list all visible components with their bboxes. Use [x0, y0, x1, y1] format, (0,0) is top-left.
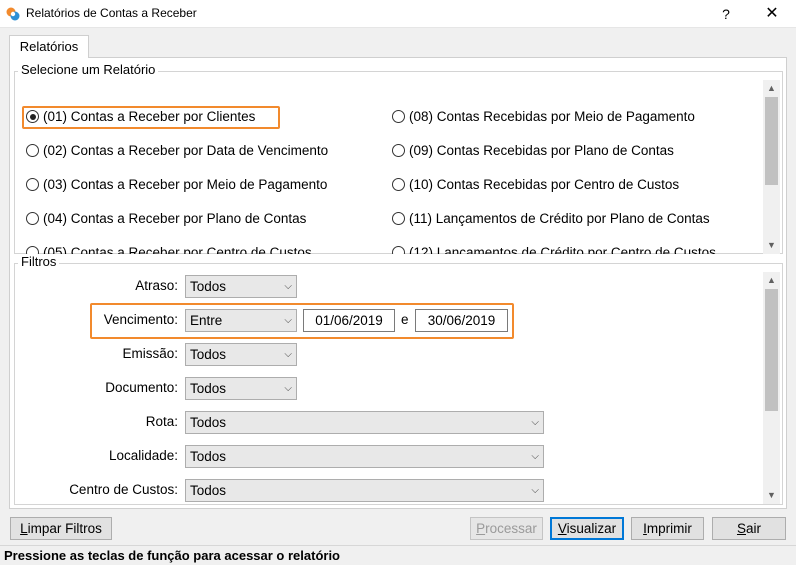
- scroll-up-icon[interactable]: ▲: [763, 272, 780, 289]
- vencimento-highlight: [90, 303, 514, 339]
- help-button[interactable]: ?: [706, 3, 746, 25]
- rota-value: Todos: [190, 415, 227, 430]
- report-option-02[interactable]: (02) Contas a Receber por Data de Vencim…: [26, 141, 328, 161]
- centro-custos-value: Todos: [190, 483, 227, 498]
- report-option-10[interactable]: (10) Contas Recebidas por Centro de Cust…: [392, 175, 679, 195]
- scroll-thumb[interactable]: [765, 289, 778, 411]
- chevron-down-icon: ⌵: [531, 417, 539, 428]
- rota-select[interactable]: Todos ⌵: [185, 411, 544, 434]
- scroll-down-icon[interactable]: ▼: [763, 487, 780, 504]
- localidade-value: Todos: [190, 449, 227, 464]
- localidade-label: Localidade:: [108, 448, 178, 463]
- title-bar: Relatórios de Contas a Receber ? ✕: [0, 0, 796, 28]
- chevron-down-icon: ⌵: [284, 281, 292, 292]
- report-option-label: (08) Contas Recebidas por Meio de Pagame…: [409, 109, 695, 124]
- report-option-label: (04) Contas a Receber por Plano de Conta…: [43, 211, 307, 226]
- filters-scrollbar[interactable]: ▲ ▼: [763, 272, 780, 504]
- emissao-select[interactable]: Todos ⌵: [185, 343, 297, 366]
- reports-group-legend: Selecione um Relatório: [18, 63, 159, 77]
- mnemonic: S: [736, 521, 746, 536]
- documento-select[interactable]: Todos ⌵: [185, 377, 297, 400]
- scroll-up-icon[interactable]: ▲: [763, 80, 780, 97]
- chevron-down-icon: ⌵: [284, 383, 292, 394]
- radio-icon: [26, 144, 39, 157]
- report-option-label: (12) Lançamentos de Crédito por Centro d…: [409, 245, 716, 254]
- localidade-select[interactable]: Todos ⌵: [185, 445, 544, 468]
- chevron-down-icon: ⌵: [284, 349, 292, 360]
- radio-icon: [26, 246, 39, 254]
- radio-icon: [392, 178, 405, 191]
- filters-group-legend: Filtros: [18, 255, 60, 269]
- app-logo-icon: [6, 7, 20, 21]
- scroll-thumb[interactable]: [765, 97, 778, 185]
- report-option-08[interactable]: (08) Contas Recebidas por Meio de Pagame…: [392, 107, 695, 127]
- mnemonic: P: [476, 521, 486, 536]
- processar-button[interactable]: Processar: [470, 517, 543, 540]
- atraso-select[interactable]: Todos ⌵: [185, 275, 297, 298]
- report-option-label: (11) Lançamentos de Crédito por Plano de…: [409, 211, 710, 226]
- documento-label: Documento:: [105, 380, 178, 395]
- sair-button[interactable]: Sair: [712, 517, 786, 540]
- report-option-03[interactable]: (03) Contas a Receber por Meio de Pagame…: [26, 175, 327, 195]
- button-label: mprimir: [646, 521, 692, 536]
- emissao-label: Emissão:: [122, 346, 178, 361]
- button-label: impar Filtros: [27, 521, 102, 536]
- atraso-value: Todos: [190, 279, 227, 294]
- selected-report-highlight: [22, 106, 280, 129]
- radio-icon: [26, 212, 39, 225]
- radio-icon: [26, 178, 39, 191]
- atraso-label: Atraso:: [135, 278, 178, 293]
- button-label: isualizar: [566, 521, 617, 536]
- reports-scrollbar[interactable]: ▲ ▼: [763, 80, 780, 254]
- scroll-down-icon[interactable]: ▼: [763, 237, 780, 254]
- mnemonic: L: [20, 521, 28, 536]
- visualizar-button[interactable]: Visualizar: [550, 517, 624, 540]
- report-option-label: (10) Contas Recebidas por Centro de Cust…: [409, 177, 680, 192]
- report-option-label: (02) Contas a Receber por Data de Vencim…: [43, 143, 329, 158]
- centro-custos-label: Centro de Custos:: [69, 482, 178, 497]
- limpar-filtros-button[interactable]: Limpar Filtros: [10, 517, 112, 540]
- report-option-label: (05) Contas a Receber por Centro de Cust…: [43, 245, 312, 254]
- tab-relatorios[interactable]: Relatórios: [9, 35, 89, 58]
- report-option-label: (03) Contas a Receber por Meio de Pagame…: [43, 177, 328, 192]
- window-title: Relatórios de Contas a Receber: [26, 6, 197, 20]
- rota-label: Rota:: [145, 414, 178, 429]
- radio-icon: [392, 246, 405, 254]
- radio-icon: [392, 212, 405, 225]
- report-option-09[interactable]: (09) Contas Recebidas por Plano de Conta…: [392, 141, 674, 161]
- report-option-12[interactable]: (12) Lançamentos de Crédito por Centro d…: [392, 243, 716, 254]
- emissao-value: Todos: [190, 347, 227, 362]
- report-option-label: (09) Contas Recebidas por Plano de Conta…: [409, 143, 674, 158]
- close-button[interactable]: ✕: [752, 3, 792, 25]
- report-option-04[interactable]: (04) Contas a Receber por Plano de Conta…: [26, 209, 306, 229]
- mnemonic: V: [557, 521, 567, 536]
- report-option-11[interactable]: (11) Lançamentos de Crédito por Plano de…: [392, 209, 710, 229]
- centro-custos-select[interactable]: Todos ⌵: [185, 479, 544, 502]
- chevron-down-icon: ⌵: [531, 451, 539, 462]
- documento-value: Todos: [190, 381, 227, 396]
- imprimir-button[interactable]: Imprimir: [631, 517, 704, 540]
- chevron-down-icon: ⌵: [531, 485, 539, 496]
- status-bar: Pressione as teclas de função para acess…: [0, 545, 796, 565]
- button-label: air: [746, 521, 762, 536]
- report-option-05[interactable]: (05) Contas a Receber por Centro de Cust…: [26, 243, 312, 254]
- radio-icon: [392, 144, 405, 157]
- button-label: rocessar: [485, 521, 537, 536]
- radio-icon: [392, 110, 405, 123]
